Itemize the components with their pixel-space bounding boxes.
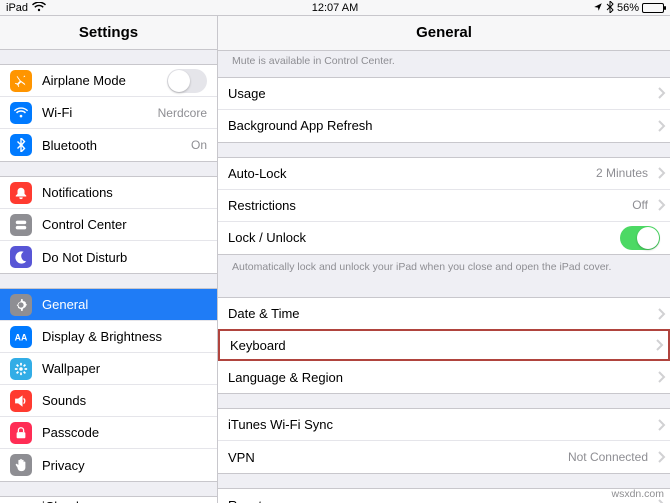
gear-icon — [10, 294, 32, 316]
row-label: Usage — [228, 86, 266, 101]
row-vpn[interactable]: VPN Not Connected — [218, 441, 670, 473]
sidebar-item-icloud[interactable]: iCloudMichael.McConnell@me.com — [0, 497, 217, 503]
moon-icon — [10, 246, 32, 268]
status-bar: iPad 12:07 AM 56% — [0, 0, 670, 15]
sidebar-item-notifications[interactable]: Notifications — [0, 177, 217, 209]
chevron-right-icon — [652, 451, 660, 463]
sidebar-item-label: Passcode — [42, 425, 99, 440]
device-name: iPad — [6, 2, 28, 14]
sidebar-item-label: Airplane Mode — [42, 73, 126, 88]
location-arrow-icon — [593, 2, 603, 15]
sidebar-item-sounds[interactable]: Sounds — [0, 385, 217, 417]
chevron-right-icon — [650, 339, 658, 351]
flower-icon — [10, 358, 32, 380]
bell-icon — [10, 182, 32, 204]
sidebar-item-airplane[interactable]: Airplane Mode — [0, 65, 217, 97]
sidebar-item-controlcenter[interactable]: Control Center — [0, 209, 217, 241]
hand-icon — [10, 454, 32, 476]
sidebar-item-label: Bluetooth — [42, 138, 97, 153]
watermark: wsxdn.com — [611, 488, 664, 500]
row-label: Background App Refresh — [228, 118, 373, 133]
row-langregion[interactable]: Language & Region — [218, 361, 670, 393]
sidebar-item-label: General — [42, 297, 88, 312]
chevron-right-icon — [652, 120, 660, 132]
row-datetime[interactable]: Date & Time — [218, 298, 670, 330]
sidebar-item-wallpaper[interactable]: Wallpaper — [0, 353, 217, 385]
sidebar-item-label: Do Not Disturb — [42, 250, 127, 265]
row-autolock[interactable]: Auto-Lock 2 Minutes — [218, 158, 670, 190]
row-label: Date & Time — [228, 306, 300, 321]
row-label: Reset — [228, 498, 262, 503]
row-label: Keyboard — [230, 338, 286, 353]
group-footer: Automatically lock and unlock your iPad … — [218, 255, 670, 284]
sidebar-item-dnd[interactable]: Do Not Disturb — [0, 241, 217, 273]
sidebar-item-passcode[interactable]: Passcode — [0, 417, 217, 449]
sidebar-item-label: Notifications — [42, 185, 113, 200]
battery-icon — [642, 3, 664, 13]
AA-icon: AA — [10, 326, 32, 348]
row-usage[interactable]: Usage — [218, 78, 670, 110]
sidebar-item-value: On — [191, 138, 207, 152]
sidebar-item-label: Display & Brightness — [42, 329, 162, 344]
chevron-right-icon — [652, 419, 660, 431]
sidebar-item-display[interactable]: AA Display & Brightness — [0, 321, 217, 353]
sidebar-item-label: Wi-Fi — [42, 105, 72, 120]
sidebar-item-bluetooth[interactable]: Bluetooth On — [0, 129, 217, 161]
row-value: Off — [632, 198, 652, 212]
sidebar-item-label: Privacy — [42, 458, 85, 473]
row-label: Auto-Lock — [228, 166, 287, 181]
chevron-right-icon — [652, 167, 660, 179]
wifi-icon — [10, 102, 32, 124]
row-keyboard[interactable]: Keyboard — [218, 329, 670, 361]
wifi-icon — [32, 2, 46, 15]
speaker-icon — [10, 390, 32, 412]
sidebar-item-label: Sounds — [42, 393, 86, 408]
bluetooth-icon — [10, 134, 32, 156]
battery-percent: 56% — [617, 2, 639, 14]
row-lockunlock[interactable]: Lock / Unlock — [218, 222, 670, 254]
row-label: Language & Region — [228, 370, 343, 385]
switch-icon — [10, 214, 32, 236]
airplane-toggle[interactable] — [167, 69, 207, 93]
row-ituneswifi[interactable]: iTunes Wi-Fi Sync — [218, 409, 670, 441]
sidebar-item-label: Wallpaper — [42, 361, 100, 376]
sidebar-item-wifi[interactable]: Wi-Fi Nerdcore — [0, 97, 217, 129]
chevron-right-icon — [652, 199, 660, 211]
row-value: 2 Minutes — [596, 166, 652, 180]
row-label: VPN — [228, 450, 255, 465]
row-label: iTunes Wi-Fi Sync — [228, 417, 333, 432]
sidebar-title: Settings — [0, 16, 217, 50]
cutoff-note: Mute is available in Control Center. — [218, 51, 670, 77]
status-time: 12:07 AM — [6, 2, 664, 14]
row-label: Restrictions — [228, 198, 296, 213]
row-label: Lock / Unlock — [228, 230, 306, 245]
row-restrictions[interactable]: Restrictions Off — [218, 190, 670, 222]
svg-text:AA: AA — [15, 332, 28, 342]
sidebar-item-general[interactable]: General — [0, 289, 217, 321]
plane-icon — [10, 70, 32, 92]
row-value: Not Connected — [568, 450, 652, 464]
detail-title: General — [218, 16, 670, 51]
row-bgapp[interactable]: Background App Refresh — [218, 110, 670, 142]
sidebar-item-label: Control Center — [42, 217, 127, 232]
sidebar-item-value: Nerdcore — [158, 106, 207, 120]
lockunlock-toggle[interactable] — [620, 226, 660, 250]
chevron-right-icon — [652, 308, 660, 320]
sidebar-item-privacy[interactable]: Privacy — [0, 449, 217, 481]
chevron-right-icon — [652, 371, 660, 383]
chevron-right-icon — [652, 87, 660, 99]
bluetooth-icon — [606, 1, 614, 16]
row-reset[interactable]: Reset — [218, 489, 670, 503]
lock-icon — [10, 422, 32, 444]
